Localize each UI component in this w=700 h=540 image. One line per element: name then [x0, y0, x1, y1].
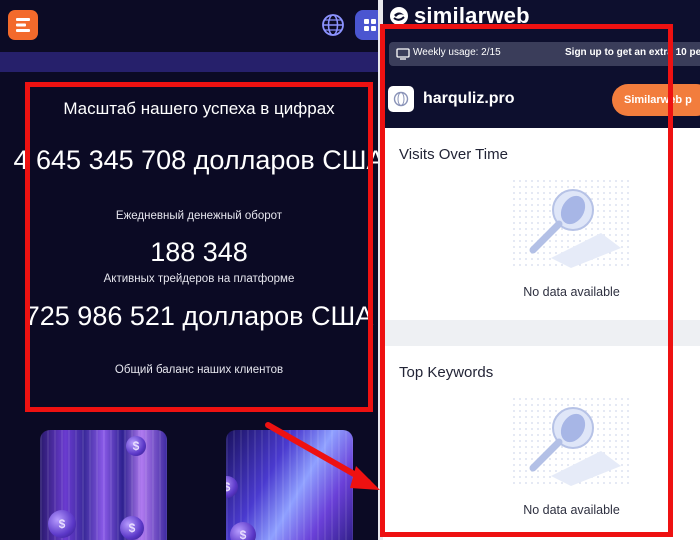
promo-card[interactable]: $ $ $	[40, 430, 167, 540]
promo-card[interactable]: $ $	[226, 430, 353, 540]
coin-icon: $	[120, 516, 144, 540]
site-header	[0, 0, 378, 52]
globe-icon[interactable]	[320, 12, 346, 38]
coin-icon: $	[226, 476, 238, 498]
coin-icon: $	[230, 522, 256, 540]
similarweb-logo-icon	[390, 7, 408, 25]
logo-icon[interactable]	[8, 10, 38, 40]
card-gap	[167, 430, 226, 540]
header-divider	[0, 52, 378, 72]
highlight-box-similarweb	[380, 24, 673, 537]
coin-icon: $	[48, 510, 76, 538]
coin-icon: $	[126, 436, 146, 456]
highlight-box-stats	[25, 82, 373, 412]
menu-icon[interactable]	[355, 10, 378, 40]
